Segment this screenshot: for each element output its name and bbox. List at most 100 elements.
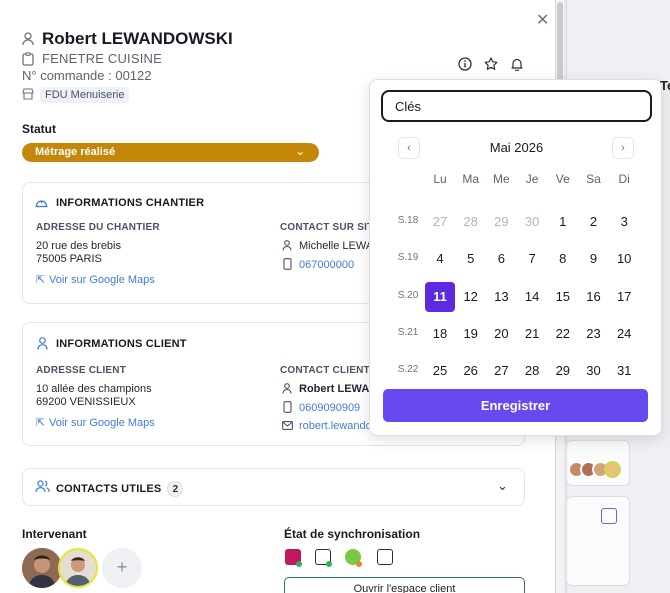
day-cell[interactable]: 1: [548, 207, 578, 237]
client-name: Robert LEWANDOWSKI: [42, 29, 233, 48]
status-dot: [356, 561, 362, 567]
chantier-title: INFORMATIONS CHANTIER: [56, 197, 205, 209]
client-contact-email[interactable]: robert.lewando: [299, 420, 372, 432]
day-cell[interactable]: 15: [548, 282, 578, 312]
statut-dropdown[interactable]: Métrage réalisé ⌄: [22, 143, 319, 162]
status-dot: [296, 561, 302, 567]
day-cell[interactable]: 17: [609, 282, 639, 312]
sync-label: État de synchronisation: [284, 527, 421, 541]
contacts-count-badge: 2: [167, 481, 184, 497]
external-link-icon: ⇱: [36, 417, 46, 429]
mail-icon: [282, 421, 293, 430]
key-input[interactable]: [381, 90, 652, 122]
client-address-line2: 69200 VENISSIEUX: [36, 396, 136, 408]
user-icon: [37, 337, 48, 350]
day-cell-selected[interactable]: 11: [425, 281, 455, 312]
add-intervenant-button[interactable]: +: [102, 548, 142, 588]
day-cell[interactable]: 30: [579, 356, 609, 386]
chevron-down-icon[interactable]: ⌄: [497, 478, 508, 494]
weekday-header: Je: [525, 172, 539, 186]
client-contact-label: CONTACT CLIENT: [280, 365, 370, 376]
open-client-space-button[interactable]: Ouvrir l'espace client: [284, 577, 525, 593]
week-number: S.21: [397, 326, 419, 338]
avatar[interactable]: [22, 548, 62, 588]
week-number: S.20: [397, 289, 419, 301]
chantier-contact-label: CONTACT SUR SITE: [280, 222, 381, 233]
day-cell[interactable]: 29: [548, 356, 578, 386]
avatar[interactable]: [58, 548, 98, 588]
day-cell[interactable]: 31: [609, 356, 639, 386]
helmet-icon: [35, 200, 48, 208]
save-button[interactable]: Enregistrer: [383, 389, 648, 422]
day-cell[interactable]: 22: [548, 319, 578, 349]
day-cell[interactable]: 30: [517, 207, 547, 237]
day-cell[interactable]: 14: [517, 282, 547, 312]
client-maps-link[interactable]: Voir sur Google Maps: [49, 417, 155, 429]
day-cell[interactable]: 27: [425, 207, 455, 237]
day-cell[interactable]: 6: [486, 244, 516, 274]
chantier-contact-phone[interactable]: 067000000: [299, 259, 354, 271]
day-cell[interactable]: 23: [579, 319, 609, 349]
star-icon[interactable]: [483, 56, 499, 72]
project-name: FENETRE CUISINE: [42, 51, 163, 66]
order-number: N° commande : 00122: [22, 68, 152, 83]
header-actions: [457, 56, 525, 72]
contacts-title-text: CONTACTS UTILES: [56, 483, 162, 495]
day-cell[interactable]: 16: [579, 282, 609, 312]
day-cell[interactable]: 25: [425, 356, 455, 386]
folder-icon[interactable]: [377, 549, 393, 565]
day-cell[interactable]: 3: [609, 207, 639, 237]
weekday-header: Me: [493, 172, 510, 186]
weekday-header: Sa: [586, 172, 601, 186]
client-contact-name: Robert LEWAN: [299, 383, 378, 395]
weekday-header: Ma: [462, 172, 480, 186]
mini-avatar: [604, 461, 621, 478]
day-cell[interactable]: 29: [486, 207, 516, 237]
week-number: S.18: [397, 215, 419, 226]
company-tag: FDU Menuiserie: [40, 87, 130, 103]
day-cell[interactable]: 27: [486, 356, 516, 386]
client-contact-phone[interactable]: 0609090909: [299, 402, 360, 414]
weekday-header: Ve: [555, 172, 570, 186]
close-icon[interactable]: ✕: [536, 10, 549, 30]
day-cell[interactable]: 28: [456, 207, 486, 237]
day-cell[interactable]: 4: [425, 244, 455, 274]
phone-icon: [283, 258, 292, 270]
day-cell[interactable]: 24: [609, 319, 639, 349]
day-cell[interactable]: 20: [486, 319, 516, 349]
day-cell[interactable]: 8: [548, 244, 578, 274]
day-cell[interactable]: 2: [579, 207, 609, 237]
chantier-address-line1: 20 rue des brebis: [36, 240, 121, 252]
statut-label: Statut: [22, 122, 56, 136]
chevron-down-icon: ⌄: [295, 146, 305, 158]
status-dot: [326, 561, 332, 567]
day-cell[interactable]: 9: [579, 244, 609, 274]
day-cell[interactable]: 12: [456, 282, 486, 312]
external-link-icon: ⇱: [36, 274, 46, 286]
day-cell[interactable]: 13: [486, 282, 516, 312]
day-cell[interactable]: 19: [456, 319, 486, 349]
day-cell[interactable]: 5: [456, 244, 486, 274]
day-cell[interactable]: 10: [609, 244, 639, 274]
client-title: INFORMATIONS CLIENT: [56, 338, 187, 350]
date-picker-popup: ‹ Mai 2026 › LuMaMeJeVeSaDiS.18272829301…: [369, 79, 662, 436]
next-month-button[interactable]: ›: [612, 137, 634, 159]
chantier-contact-name: Michelle LEWA: [299, 240, 374, 252]
day-cell[interactable]: 7: [517, 244, 547, 274]
week-number: S.22: [397, 364, 419, 376]
client-address-label: ADRESSE CLIENT: [36, 365, 127, 376]
weekday-header: Lu: [433, 172, 447, 186]
contacts-title: CONTACTS UTILES 2: [56, 481, 184, 497]
day-cell[interactable]: 18: [425, 319, 455, 349]
user-icon: [22, 32, 34, 46]
day-cell[interactable]: 21: [517, 319, 547, 349]
info-icon[interactable]: [457, 56, 473, 72]
user-icon: [282, 240, 292, 251]
calendar-icon[interactable]: [601, 508, 617, 524]
chantier-maps-link[interactable]: Voir sur Google Maps: [49, 274, 155, 286]
store-icon: [22, 88, 34, 100]
day-cell[interactable]: 28: [517, 356, 547, 386]
bell-icon[interactable]: [509, 56, 525, 72]
weekday-header: Di: [618, 172, 630, 186]
day-cell[interactable]: 26: [456, 356, 486, 386]
